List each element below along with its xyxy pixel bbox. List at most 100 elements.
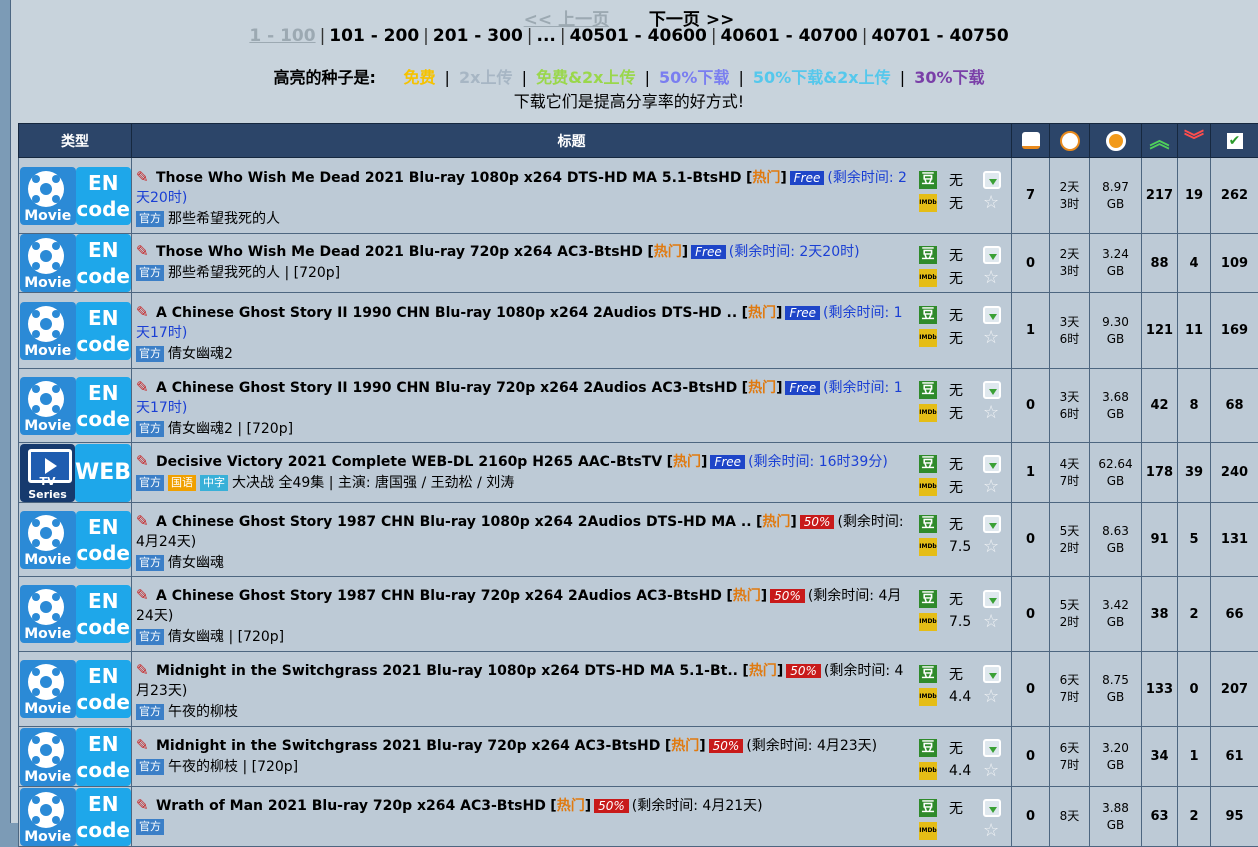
comments-count[interactable]: 0 xyxy=(1012,369,1050,443)
completed-count[interactable]: 95 xyxy=(1211,787,1258,847)
leechers-count[interactable]: 1 xyxy=(1178,727,1211,787)
completed-count[interactable]: 131 xyxy=(1211,503,1258,577)
bookmark-star-icon[interactable]: ☆ xyxy=(983,762,999,780)
seeders-count[interactable]: 42 xyxy=(1142,369,1178,443)
category-cell[interactable]: TV SeriesWEB xyxy=(19,443,132,503)
category-cell[interactable]: MovieENcode xyxy=(19,727,132,787)
completed-count[interactable]: 61 xyxy=(1211,727,1258,787)
torrent-title-link[interactable]: Wrath of Man 2021 Blu-ray 720p x264 AC3-… xyxy=(156,798,546,814)
leechers-count[interactable]: 19 xyxy=(1178,158,1211,234)
leechers-count[interactable]: 11 xyxy=(1178,293,1211,369)
completed-count[interactable]: 207 xyxy=(1211,652,1258,727)
category-cell[interactable]: MovieENcode xyxy=(19,577,132,652)
comments-count[interactable]: 0 xyxy=(1012,503,1050,577)
imdb-icon[interactable]: IMDb xyxy=(919,194,937,212)
seeders-count[interactable]: 38 xyxy=(1142,577,1178,652)
leechers-count[interactable]: 2 xyxy=(1178,577,1211,652)
download-icon[interactable] xyxy=(983,246,1001,264)
seeders-count[interactable]: 217 xyxy=(1142,158,1178,234)
category-cell[interactable]: MovieENcode xyxy=(19,652,132,727)
completed-header[interactable]: ✔ xyxy=(1211,124,1258,158)
seeders-count[interactable]: 88 xyxy=(1142,234,1178,293)
bookmark-star-icon[interactable]: ☆ xyxy=(983,329,999,347)
seeders-count[interactable]: 34 xyxy=(1142,727,1178,787)
page-link[interactable]: 101 - 200 xyxy=(329,26,419,46)
category-icon[interactable]: MovieENcode xyxy=(19,788,131,846)
leechers-count[interactable]: 0 xyxy=(1178,652,1211,727)
leechers-count[interactable]: 4 xyxy=(1178,234,1211,293)
douban-icon[interactable]: 豆 xyxy=(919,739,937,757)
category-icon[interactable]: MovieENcode xyxy=(19,585,131,643)
completed-count[interactable]: 109 xyxy=(1211,234,1258,293)
douban-icon[interactable]: 豆 xyxy=(919,590,937,608)
leechers-count[interactable]: 5 xyxy=(1178,503,1211,577)
category-icon[interactable]: MovieENcode xyxy=(19,660,131,718)
category-cell[interactable]: MovieENcode xyxy=(19,503,132,577)
comments-count[interactable]: 7 xyxy=(1012,158,1050,234)
seeders-count[interactable]: 91 xyxy=(1142,503,1178,577)
torrent-title-link[interactable]: Those Who Wish Me Dead 2021 Blu-ray 720p… xyxy=(156,244,643,260)
imdb-icon[interactable]: IMDb xyxy=(919,762,937,780)
size-header[interactable] xyxy=(1090,124,1142,158)
comments-count[interactable]: 0 xyxy=(1012,577,1050,652)
imdb-icon[interactable]: IMDb xyxy=(919,538,937,556)
download-icon[interactable] xyxy=(983,590,1001,608)
comments-header[interactable] xyxy=(1012,124,1050,158)
leechers-count[interactable]: 39 xyxy=(1178,443,1211,503)
imdb-icon[interactable]: IMDb xyxy=(919,329,937,347)
col-title[interactable]: 标题 xyxy=(132,124,1012,158)
douban-icon[interactable]: 豆 xyxy=(919,455,937,473)
torrent-title-link[interactable]: A Chinese Ghost Story II 1990 CHN Blu-ra… xyxy=(156,380,737,396)
comments-count[interactable]: 0 xyxy=(1012,652,1050,727)
bookmark-star-icon[interactable]: ☆ xyxy=(983,613,999,631)
category-icon[interactable]: MovieENcode xyxy=(19,511,131,569)
download-icon[interactable] xyxy=(983,739,1001,757)
completed-count[interactable]: 240 xyxy=(1211,443,1258,503)
torrent-title-link[interactable]: Decisive Victory 2021 Complete WEB-DL 21… xyxy=(156,454,662,470)
seeders-count[interactable]: 133 xyxy=(1142,652,1178,727)
download-icon[interactable] xyxy=(983,381,1001,399)
download-icon[interactable] xyxy=(983,455,1001,473)
imdb-icon[interactable]: IMDb xyxy=(919,822,937,840)
leechers-header[interactable]: ︾ xyxy=(1178,124,1211,158)
download-icon[interactable] xyxy=(983,515,1001,533)
douban-icon[interactable]: 豆 xyxy=(919,306,937,324)
douban-icon[interactable]: 豆 xyxy=(919,381,937,399)
category-cell[interactable]: MovieENcode xyxy=(19,369,132,443)
imdb-icon[interactable]: IMDb xyxy=(919,688,937,706)
download-icon[interactable] xyxy=(983,799,1001,817)
comments-count[interactable]: 1 xyxy=(1012,443,1050,503)
category-icon[interactable]: MovieENcode xyxy=(19,234,131,292)
comments-count[interactable]: 0 xyxy=(1012,787,1050,847)
completed-count[interactable]: 169 xyxy=(1211,293,1258,369)
download-icon[interactable] xyxy=(983,171,1001,189)
torrent-title-link[interactable]: A Chinese Ghost Story II 1990 CHN Blu-ra… xyxy=(156,305,737,321)
douban-icon[interactable]: 豆 xyxy=(919,799,937,817)
category-icon[interactable]: MovieENcode xyxy=(19,728,131,786)
seeders-count[interactable]: 63 xyxy=(1142,787,1178,847)
download-icon[interactable] xyxy=(983,306,1001,324)
page-link[interactable]: 40701 - 40750 xyxy=(871,26,1008,46)
torrent-title-link[interactable]: Midnight in the Switchgrass 2021 Blu-ray… xyxy=(156,738,660,754)
bookmark-star-icon[interactable]: ☆ xyxy=(983,478,999,496)
torrent-title-link[interactable]: Those Who Wish Me Dead 2021 Blu-ray 1080… xyxy=(156,170,741,186)
imdb-icon[interactable]: IMDb xyxy=(919,269,937,287)
category-icon[interactable]: TV SeriesWEB xyxy=(19,444,131,502)
imdb-icon[interactable]: IMDb xyxy=(919,404,937,422)
download-icon[interactable] xyxy=(983,665,1001,683)
bookmark-star-icon[interactable]: ☆ xyxy=(983,822,999,840)
comments-count[interactable]: 0 xyxy=(1012,234,1050,293)
completed-count[interactable]: 66 xyxy=(1211,577,1258,652)
category-icon[interactable]: MovieENcode xyxy=(19,377,131,435)
page-link[interactable]: 201 - 300 xyxy=(433,26,523,46)
col-type[interactable]: 类型 xyxy=(19,124,132,158)
completed-count[interactable]: 68 xyxy=(1211,369,1258,443)
page-link[interactable]: 40601 - 40700 xyxy=(721,26,858,46)
time-header[interactable] xyxy=(1050,124,1090,158)
category-cell[interactable]: MovieENcode xyxy=(19,158,132,234)
bookmark-star-icon[interactable]: ☆ xyxy=(983,404,999,422)
category-cell[interactable]: MovieENcode xyxy=(19,787,132,847)
category-cell[interactable]: MovieENcode xyxy=(19,293,132,369)
torrent-title-link[interactable]: A Chinese Ghost Story 1987 CHN Blu-ray 7… xyxy=(156,588,722,604)
comments-count[interactable]: 0 xyxy=(1012,727,1050,787)
